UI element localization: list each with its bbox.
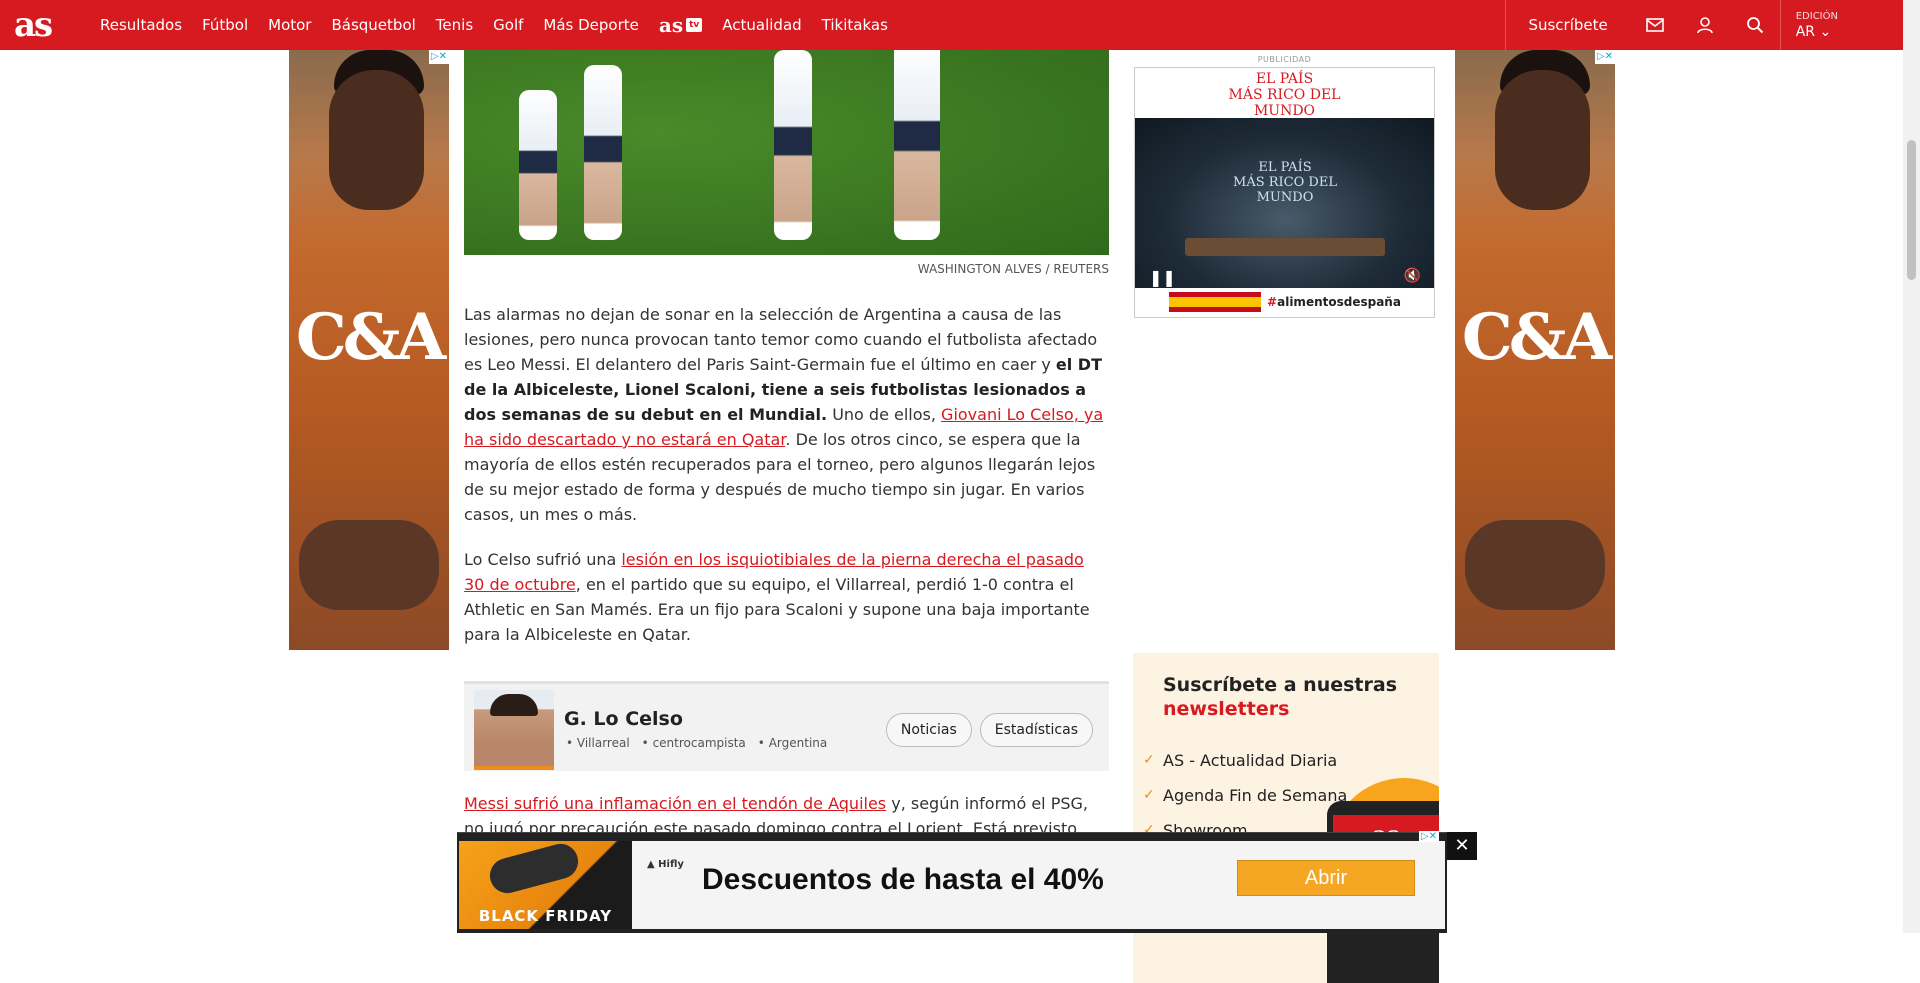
- black-friday-image: BLACK FRIDAY: [459, 839, 632, 929]
- ad-choices-icon[interactable]: ▷✕: [1418, 831, 1439, 842]
- ca-brand-logo: C&A: [295, 300, 446, 375]
- photo-player: [519, 90, 557, 240]
- subscribe-link[interactable]: Suscríbete: [1505, 0, 1629, 50]
- player-avatar[interactable]: [474, 690, 554, 770]
- black-friday-label: BLACK FRIDAY: [478, 907, 613, 925]
- player-club: Villarreal: [566, 736, 630, 750]
- top-navbar: as Resultados Fútbol Motor Básquetbol Te…: [0, 0, 1903, 50]
- photo-credit: WASHINGTON ALVES / REUTERS: [917, 262, 1109, 276]
- ad-model-hands: [299, 520, 439, 610]
- header-actions: Suscríbete EDICIÓN AR ⌄: [1505, 0, 1886, 50]
- newsletter-item[interactable]: ✓ AS - Actualidad Diaria: [1143, 743, 1439, 778]
- ad-video-title: EL PAÍS MÁS RICO DEL MUNDO: [1233, 160, 1337, 205]
- hifly-logo: ▲ Hifly: [647, 859, 684, 870]
- ad-video[interactable]: EL PAÍS MÁS RICO DEL MUNDO ❚❚ 🔇: [1135, 118, 1434, 288]
- article-photo: [464, 50, 1109, 255]
- nav-item-mas-deporte[interactable]: Más Deporte: [533, 0, 648, 50]
- nav-item-motor[interactable]: Motor: [258, 0, 321, 50]
- as-logo[interactable]: as: [14, 0, 76, 50]
- newsletter-box: as Suscríbete a nuestras newsletters ✓AS…: [1133, 653, 1439, 983]
- newsletter-item[interactable]: ✓ Agenda Fin de Semana: [1143, 778, 1439, 813]
- messi-injury-link[interactable]: Messi sufrió una inflamación en el tendó…: [464, 794, 886, 813]
- stats-button[interactable]: Estadísticas: [979, 713, 1093, 747]
- nav-item-futbol[interactable]: Fútbol: [192, 0, 258, 50]
- ad-choices-icon[interactable]: ▷✕: [1594, 50, 1615, 64]
- bottom-ad-headline: Descuentos de hasta el 40%: [702, 863, 1104, 896]
- as-tv-logo: as: [658, 13, 684, 37]
- ca-brand-logo: C&A: [1461, 300, 1612, 375]
- photo-player: [774, 50, 812, 240]
- paragraph-text: Lo Celso sufrió una: [464, 550, 622, 569]
- player-card-actions: Noticias Estadísticas: [885, 713, 1093, 747]
- paragraph-text: Las alarmas no dejan de sonar en la sele…: [464, 305, 1098, 374]
- ad-model-face: [1495, 70, 1590, 210]
- edition-label: EDICIÓN: [1795, 10, 1838, 22]
- newsletter-title-highlight: newsletters: [1163, 698, 1290, 720]
- news-button[interactable]: Noticias: [885, 713, 972, 747]
- ad-model-hands: [1465, 520, 1605, 610]
- user-icon[interactable]: [1680, 0, 1730, 50]
- bottom-sticky-ad[interactable]: BLACK FRIDAY ▲ Hifly Descuentos de hasta…: [457, 831, 1447, 933]
- nav-item-tenis[interactable]: Tenis: [426, 0, 483, 50]
- advertising-label: PUBLICIDAD: [1257, 55, 1312, 64]
- page-scrollbar[interactable]: [1903, 0, 1920, 933]
- ad-video-table: [1185, 238, 1385, 256]
- ad-model-face: [329, 70, 424, 210]
- search-icon[interactable]: [1730, 0, 1780, 50]
- bottom-ad-inner: BLACK FRIDAY ▲ Hifly Descuentos de hasta…: [459, 839, 1445, 929]
- nav-item-resultados[interactable]: Resultados: [90, 0, 192, 50]
- ad-footer: #alimentosdespaña: [1135, 287, 1434, 317]
- left-side-ad[interactable]: C&A ▷✕: [289, 50, 449, 650]
- pause-icon[interactable]: ❚❚: [1149, 268, 1176, 287]
- rail-video-ad[interactable]: EL PAÍS MÁS RICO DEL MUNDO EL PAÍS MÁS R…: [1134, 67, 1435, 318]
- skydiver-figure: [486, 839, 582, 898]
- photo-player: [894, 50, 940, 240]
- ad-footer-text: #alimentosdespaña: [1267, 295, 1401, 309]
- article-body: WASHINGTON ALVES / REUTERS Las alarmas n…: [464, 50, 1109, 891]
- ad-choices-icon[interactable]: ▷✕: [428, 50, 449, 64]
- close-ad-button[interactable]: ✕: [1447, 832, 1477, 860]
- avatar-hair: [490, 694, 538, 716]
- spain-gov-logo: [1169, 292, 1262, 312]
- right-rail: PUBLICIDAD EL PAÍS MÁS RICO DEL MUNDO EL…: [1133, 50, 1441, 983]
- edition-selector[interactable]: EDICIÓN AR ⌄: [1779, 0, 1886, 50]
- player-name[interactable]: G. Lo Celso: [564, 708, 683, 730]
- paragraph-text: Uno de ellos,: [827, 405, 942, 424]
- mail-icon[interactable]: [1630, 0, 1680, 50]
- nav-item-as-tv[interactable]: as tv: [649, 13, 712, 37]
- photo-player: [584, 65, 622, 240]
- nav-item-tikitakas[interactable]: Tikitakas: [812, 0, 898, 50]
- check-icon: ✓: [1143, 752, 1155, 768]
- nav-item-basquetbol[interactable]: Básquetbol: [321, 0, 425, 50]
- as-tv-badge: tv: [686, 18, 703, 32]
- newsletter-title-text: Suscríbete a nuestras: [1163, 674, 1398, 696]
- open-button[interactable]: Abrir: [1237, 860, 1415, 896]
- ad-headline: EL PAÍS MÁS RICO DEL MUNDO: [1228, 71, 1341, 119]
- article-paragraph: Lo Celso sufrió una lesión en los isquio…: [464, 547, 1109, 647]
- article-paragraph: Las alarmas no dejan de sonar en la sele…: [464, 302, 1109, 527]
- mute-icon[interactable]: 🔇: [1404, 268, 1421, 284]
- scrollbar-thumb[interactable]: [1907, 140, 1916, 280]
- edition-value: AR ⌄: [1795, 23, 1832, 40]
- right-side-ad[interactable]: C&A ▷✕: [1455, 50, 1615, 650]
- player-country: Argentina: [758, 736, 828, 750]
- nav-item-actualidad[interactable]: Actualidad: [712, 0, 811, 50]
- player-card: G. Lo Celso Villarreal centrocampista Ar…: [464, 681, 1109, 771]
- check-icon: ✓: [1143, 787, 1155, 803]
- player-meta: Villarreal centrocampista Argentina: [566, 736, 827, 750]
- main-nav: Resultados Fútbol Motor Básquetbol Tenis…: [90, 0, 898, 50]
- newsletter-title: Suscríbete a nuestras newsletters: [1163, 673, 1439, 721]
- player-position: centrocampista: [642, 736, 746, 750]
- nav-item-golf[interactable]: Golf: [483, 0, 533, 50]
